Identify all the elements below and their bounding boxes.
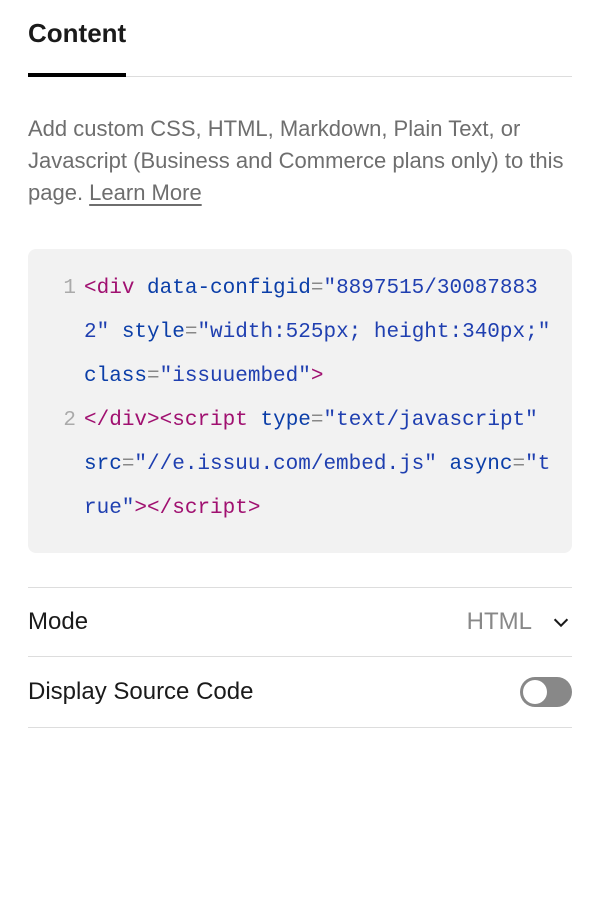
tok: type: [260, 409, 310, 432]
tok: </: [147, 497, 172, 520]
tok: >: [147, 409, 160, 432]
tok: <: [160, 409, 173, 432]
tok: "//e.issuu.com/embed.js": [134, 453, 436, 476]
tok: src: [84, 453, 122, 476]
code-content-2: </div><script type="text/javascript" src…: [84, 399, 552, 531]
mode-label: Mode: [28, 608, 88, 636]
tok: =: [311, 277, 324, 300]
line-number: 1: [48, 267, 76, 311]
learn-more-link[interactable]: Learn More: [89, 180, 202, 205]
tok: [134, 277, 147, 300]
display-source-row: Display Source Code: [28, 657, 572, 728]
tok: [109, 321, 122, 344]
tok: async: [449, 453, 512, 476]
tok: script: [172, 497, 248, 520]
tok: =: [311, 409, 324, 432]
tok: =: [147, 365, 160, 388]
line-number: 2: [48, 399, 76, 443]
tok: "width:525px; height:340px;": [197, 321, 550, 344]
mode-value: HTML: [467, 608, 532, 636]
tok: div: [97, 277, 135, 300]
mode-row: Mode HTML: [28, 587, 572, 657]
code-line-2: 2 </div><script type="text/javascript" s…: [48, 399, 552, 531]
display-source-label: Display Source Code: [28, 678, 253, 706]
tok: data-configid: [147, 277, 311, 300]
tok: <: [84, 277, 97, 300]
tab-bar: Content: [28, 18, 572, 77]
tok: >: [248, 497, 261, 520]
mode-select[interactable]: HTML: [467, 608, 572, 636]
code-content-1: <div data-configid="8897515/300878832" s…: [84, 267, 552, 399]
chevron-down-icon: [550, 611, 572, 633]
tok: [248, 409, 261, 432]
tok: div: [109, 409, 147, 432]
tok: =: [185, 321, 198, 344]
tok: =: [513, 453, 526, 476]
tok: >: [134, 497, 147, 520]
tok: class: [84, 365, 147, 388]
code-editor[interactable]: 1 <div data-configid="8897515/300878832"…: [28, 249, 572, 554]
tok: </: [84, 409, 109, 432]
tok: [437, 453, 450, 476]
description-text: Add custom CSS, HTML, Markdown, Plain Te…: [28, 113, 572, 209]
tok: =: [122, 453, 135, 476]
tok: >: [311, 365, 324, 388]
code-line-1: 1 <div data-configid="8897515/300878832"…: [48, 267, 552, 399]
toggle-knob: [523, 680, 547, 704]
display-source-toggle[interactable]: [520, 677, 572, 707]
tok: style: [122, 321, 185, 344]
tok: "issuuembed": [160, 365, 311, 388]
tok: "text/javascript": [324, 409, 538, 432]
tok: script: [172, 409, 248, 432]
tab-content[interactable]: Content: [28, 18, 126, 77]
